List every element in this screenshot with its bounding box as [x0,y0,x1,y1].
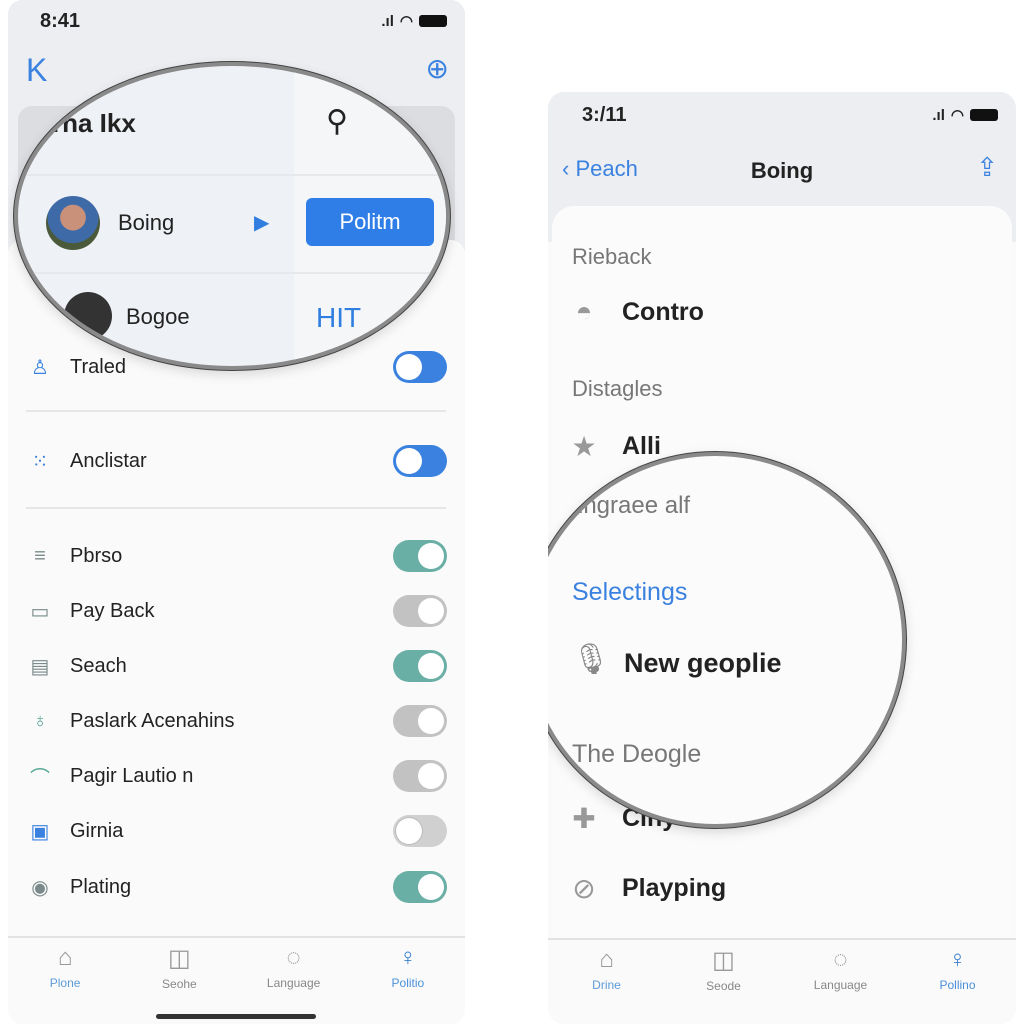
chart-icon: ◫ [168,945,191,972]
tab-seohe[interactable]: ◫ Seohe [134,944,224,1024]
toggle-plating[interactable] [393,871,447,903]
share-icon[interactable]: ⇪ [976,152,998,183]
document-icon: ▤ [30,655,50,678]
setting-label: Plating [70,875,132,898]
right-phone-screen: 3:/11 .ıl ◠ ‹ Peach Boing ⇪ Rieback ◓ Cont… [548,92,1016,1024]
list-item-playping[interactable]: ⊘ Playping [568,872,726,905]
section-header: The Deogle [572,740,702,768]
status-icons: .ıl ◠ [381,12,447,30]
left-phone-screen: 8:41 .ıl◠ K ⊕ ♙Traled ⁙Anclistar ≡Pbrso … [8,0,465,1024]
setting-label: Traled [70,355,126,378]
calendar-icon: ▣ [30,820,50,843]
bag-icon: ◌ [833,946,848,973]
star-icon: ★ [571,431,597,462]
back-button[interactable]: K [26,52,47,89]
setting-label: Pay Back [70,599,155,622]
orange-dot [40,110,52,122]
status-time: 3:/11 [582,104,627,126]
tab-politio[interactable]: ♀ Politio [363,944,453,1024]
person-icon: ♙ [31,356,49,379]
list-item-new-geoplie[interactable]: New geoplie [624,648,782,679]
divider [26,507,446,509]
tab-bar: ⌂ Drine ◫ Seode ◌ Language ♀ Pollino [548,938,1016,1024]
bag-icon: ◌ [286,944,301,971]
list-item-alli[interactable]: ★ Alli [568,430,660,463]
section-header: ingraee alf [578,492,691,519]
toggle-girnia[interactable] [393,815,447,847]
toggle-paslark[interactable] [393,705,447,737]
pin-icon: ♀ [948,946,967,973]
setting-label: Seach [70,654,127,677]
microphone-icon: 🎙︎ [572,643,611,676]
tab-language[interactable]: ◌ Language [796,946,886,1024]
setting-label: Pbrso [70,544,123,567]
toggle-seach[interactable] [393,650,447,682]
dome-icon: ◓ [575,296,593,327]
grid-icon: ⁙ [31,450,49,473]
home-icon: ⌂ [57,944,73,971]
more-icon[interactable]: ⋮ [406,106,432,137]
tab-plone[interactable]: ⌂ Plone [20,944,110,1024]
divider [18,272,446,274]
tab-seode[interactable]: ◫ Seode [679,946,769,1024]
card-icon: ▭ [30,600,50,623]
avatar [46,196,100,250]
magnifier-lens: rha Ikx ⚲ ⋮ Boing ▶ Politm Bogoe HIT [14,62,450,370]
tab-bar: ⌂ Plone ◫ Seohe ◌ Language ♀ Politio [8,936,465,1024]
signal-icon: .ıl [381,12,394,30]
divider [26,410,446,412]
setting-label: Girnia [70,819,124,842]
tab-pollino[interactable]: ♀ Pollino [913,946,1003,1024]
wifi-icon: ◠ [950,107,964,124]
nav-title: Boing [750,158,814,183]
lens-title: rha Ikx [52,108,136,138]
status-icons: .ıl ◠ [932,106,998,124]
coin-icon: ◉ [31,876,49,899]
status-time: 8:41 [40,10,81,32]
pin-tool-icon: ✚ [572,803,596,834]
section-header: Rieback [572,244,652,269]
politm-button[interactable]: Politm [306,198,434,246]
setting-label: Pagir Lautio n [70,764,194,787]
toggle-pagir[interactable] [393,760,447,792]
signal-icon: .ıl [932,106,945,124]
leaf-icon: ♁ [32,709,48,732]
hit-label: HIT [316,302,362,333]
section-header-selected[interactable]: Selectings [572,578,687,607]
pin-icon: ♀ [398,944,417,971]
chart-icon: ◫ [712,947,735,974]
search-circle-icon: ⊘ [572,873,596,904]
wifi-icon: ◠ [399,13,413,30]
battery-icon [970,109,998,121]
menu-icon: ≡ [34,544,46,567]
avatar [64,292,112,340]
play-icon[interactable]: ▶ [254,210,269,235]
section-header: Distagles [572,376,663,401]
wifi-icon: ⌒ [30,767,50,790]
tab-language[interactable]: ◌ Language [249,944,339,1024]
contact-name: Boing [118,210,175,235]
toggle-anclistar[interactable] [393,445,447,477]
toggle-pbrso[interactable] [393,540,447,572]
home-icon: ⌂ [599,946,614,973]
list-item-contro[interactable]: ◓ Contro [568,296,704,328]
search-icon[interactable]: ⚲ [326,104,348,139]
setting-label: Paslark Acenahins [70,709,235,732]
divider [18,174,446,176]
tab-drine[interactable]: ⌂ Drine [562,946,652,1024]
setting-label: Anclistar [70,449,147,472]
home-indicator [156,1014,316,1019]
toggle-pay-back[interactable] [393,595,447,627]
contact-name: Bogoe [126,304,190,329]
battery-icon [419,15,447,27]
